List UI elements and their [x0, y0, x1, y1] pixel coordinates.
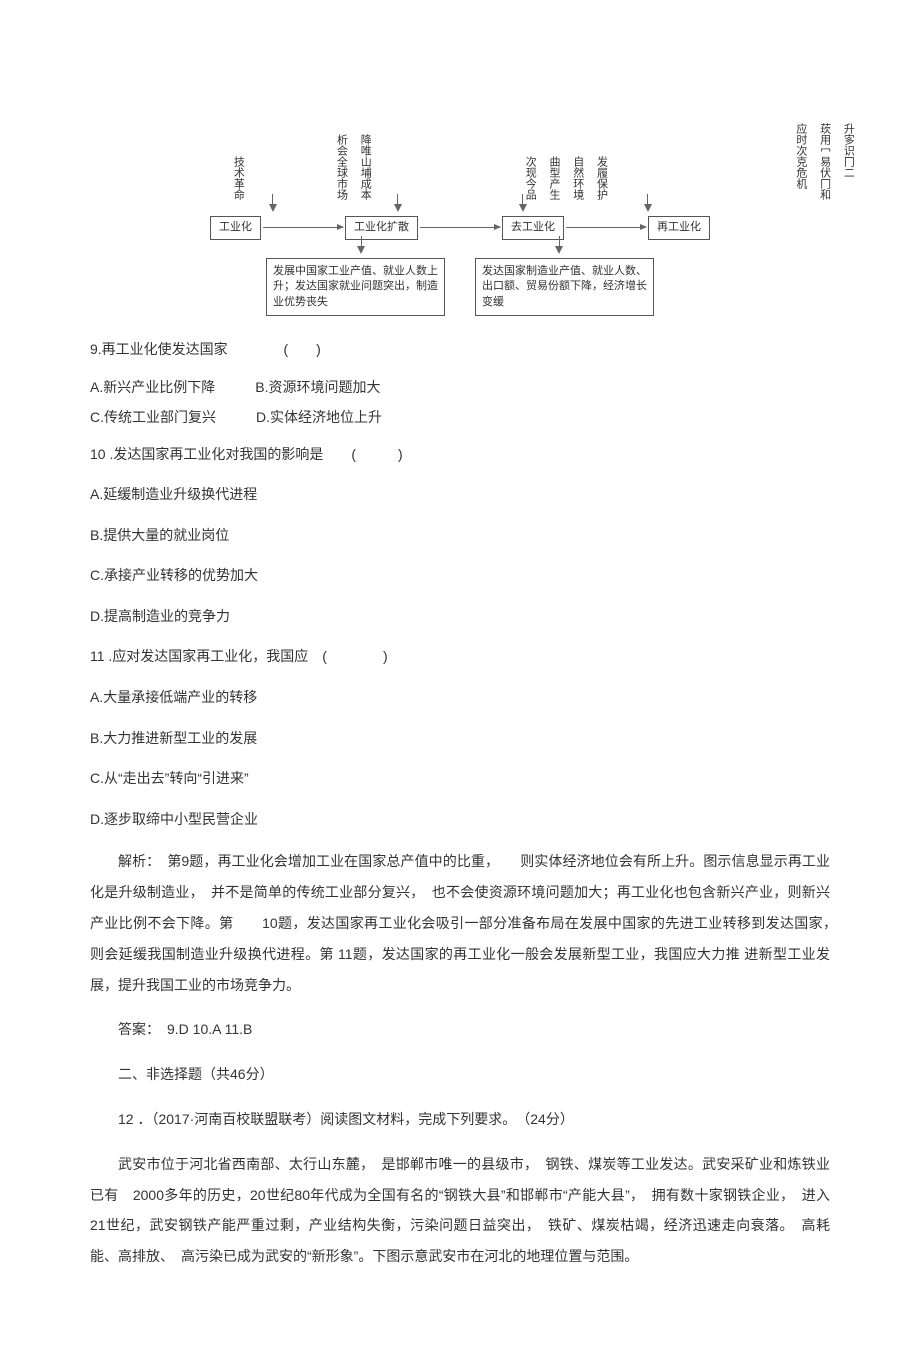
q11-option-c: C.从“走出去”转向“引进来”: [90, 765, 830, 792]
q9-options-row1: A.新兴产业比例下降 B.资源环境问题加大: [90, 377, 830, 397]
q10-option-d: D.提高制造业的竞争力: [90, 603, 830, 630]
q11-option-b: B.大力推进新型工业的发展: [90, 725, 830, 752]
right-arrow-icon: [420, 227, 500, 228]
vlabel-2b: 降唯山埔成本: [358, 134, 372, 200]
vlabel-3c: 自然环境: [570, 156, 584, 200]
label-group-2: 析会全球市场 降唯山埔成本: [265, 134, 440, 200]
right-arrow-icon: [566, 227, 646, 228]
section2-heading: 二、非选择题（共46分）: [90, 1059, 830, 1090]
q10-stem: 10 .发达国家再工业化对我国的影响是 ( ): [90, 441, 830, 468]
vlabel-4a: 应时次克危机: [793, 123, 807, 200]
down-arrow-icon: [644, 204, 652, 212]
q9-paren: ( ): [283, 341, 320, 357]
label-group-4: 应时次克危机 莰用冖易伏冂和 升㝖识冂二: [690, 123, 920, 200]
q10-option-c: C.承接产业转移的优势加大: [90, 562, 830, 589]
label-group-3: 次现今品 曲型产生 自然环境 发履保护: [440, 156, 690, 200]
stage-box-1: 工业化: [210, 216, 261, 240]
down-arrow-icon: [555, 246, 563, 254]
q10-option-a: A.延缓制造业升级换代进程: [90, 481, 830, 508]
vlabel-3a: 次现今品: [523, 156, 537, 200]
down-arrow-icon: [519, 204, 527, 212]
diagram-stages-row: 工业化 工业化扩散 去工业化 再工业化: [210, 216, 710, 240]
down-arrow-icon: [269, 204, 277, 212]
q9-option-a: A.新兴产业比例下降: [90, 377, 215, 397]
q9-stem: 9.再工业化使发达国家 ( ): [90, 336, 830, 363]
right-arrow-icon: [263, 227, 343, 228]
q9-option-c: C.传统工业部门复兴: [90, 407, 216, 427]
label-group-1: 技术革命: [210, 156, 265, 200]
vlabel-3b: 曲型产生: [546, 156, 560, 200]
explanation-paragraph: 解析： 第9题，再工业化会增加工业在国家总产值中的比重， 则实体经济地位会有所上…: [90, 846, 830, 1000]
stage-box-3: 去工业化: [502, 216, 564, 240]
vlabel-3d: 发履保护: [594, 156, 608, 200]
vlabel-1a: 技术革命: [231, 156, 245, 200]
process-diagram: 技术革命 析会全球市场 降唯山埔成本 次现今品 曲型产生 自然环境 发履保护 应…: [210, 90, 710, 316]
document-page: 技术革命 析会全球市场 降唯山埔成本 次现今品 曲型产生 自然环境 发履保护 应…: [0, 0, 920, 1346]
q11-option-a: A.大量承接低端产业的转移: [90, 684, 830, 711]
stage-box-4: 再工业化: [648, 216, 710, 240]
down-arrow-icon: [357, 246, 365, 254]
stage-box-2: 工业化扩散: [345, 216, 418, 240]
q12-heading: 12 ．（2017·河南百校联盟联考）阅读图文材料，完成下列要求。 （24分）: [90, 1104, 830, 1135]
vlabel-4b: 莰用冖易伏冂和: [817, 123, 831, 200]
q9-options-row2: C.传统工业部门复兴 D.实体经济地位上升: [90, 407, 830, 427]
q11-option-d: D.逐步取缔中小型民营企业: [90, 806, 830, 833]
vlabel-2a: 析会全球市场: [334, 134, 348, 200]
vlabel-4c: 升㝖识冂二: [841, 123, 855, 200]
result-box-right: 发达国家制造业产值、就业人数、出口额、贸易份额下降，经济增长变缓: [475, 258, 654, 316]
down-arrow-icon: [394, 204, 402, 212]
diagram-arrows-mid: [210, 246, 710, 254]
result-box-left: 发展中国家工业产值、就业人数上升；发达国家就业问题突出，制造业优势丧失: [266, 258, 445, 316]
diagram-arrows-top: [210, 204, 710, 212]
diagram-top-labels: 技术革命 析会全球市场 降唯山埔成本 次现今品 曲型产生 自然环境 发履保护 应…: [210, 90, 710, 200]
q9-stem-text: 9.再工业化使发达国家: [90, 341, 228, 357]
diagram-results-row: 发展中国家工业产值、就业人数上升；发达国家就业问题突出，制造业优势丧失 发达国家…: [210, 258, 710, 316]
q12-body: 武安市位于河北省西南部、太行山东麓， 是邯郸市唯一的县级市， 钢铁、煤炭等工业发…: [90, 1149, 830, 1272]
q10-option-b: B.提供大量的就业岗位: [90, 522, 830, 549]
q9-option-d: D.实体经济地位上升: [256, 407, 382, 427]
q9-option-b: B.资源环境问题加大: [255, 377, 380, 397]
answers-line: 答案： 9.D 10.A 11.B: [90, 1014, 830, 1045]
q11-stem: 11 .应对发达国家再工业化，我国应 ( ): [90, 643, 830, 670]
